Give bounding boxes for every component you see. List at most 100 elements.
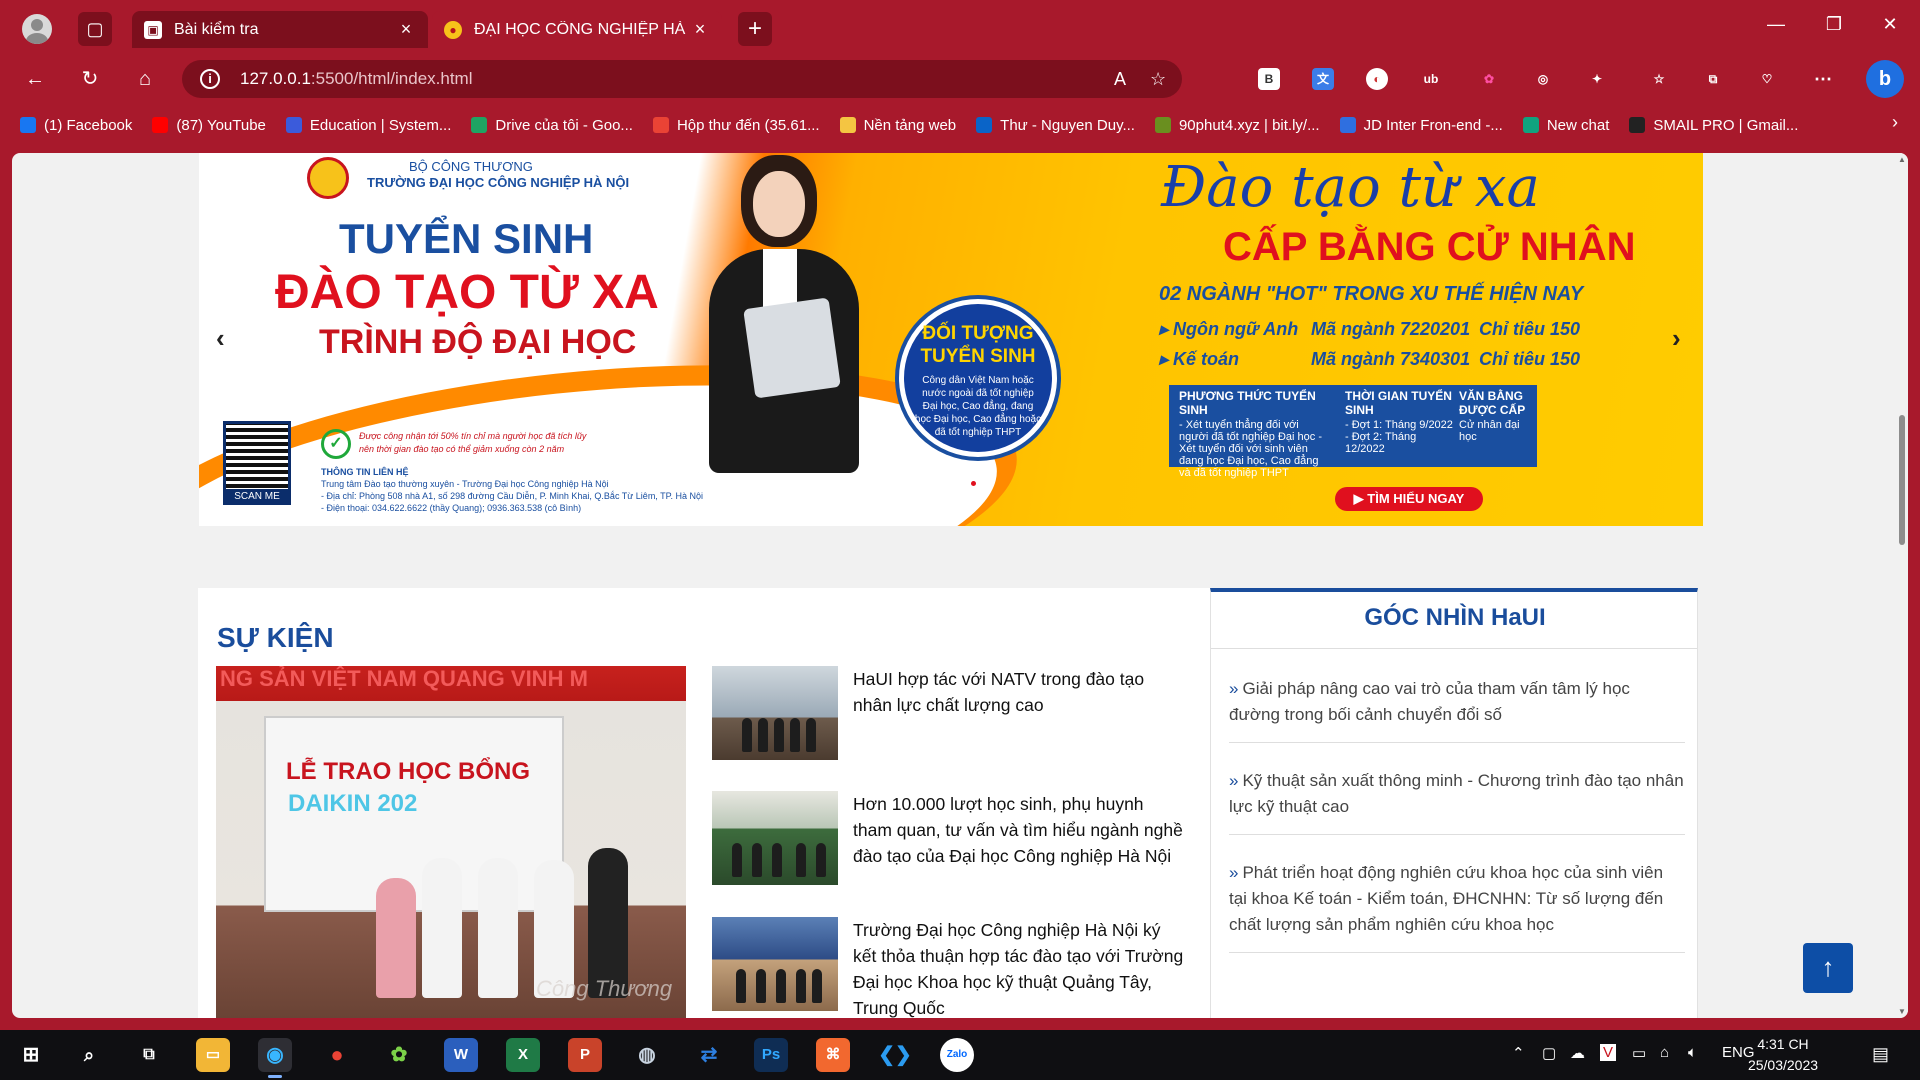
search-icon[interactable]: ⌕ bbox=[72, 1038, 106, 1072]
event-thumb-2[interactable] bbox=[712, 791, 838, 885]
tab-actions-icon[interactable]: ▢ bbox=[78, 12, 112, 46]
slider-dots[interactable] bbox=[969, 473, 996, 491]
hero-banner[interactable]: BỘ CÔNG THƯƠNG TRƯỜNG ĐẠI HỌC CÔNG NGHIỆ… bbox=[199, 153, 1703, 526]
tray-vietkey-icon[interactable]: V bbox=[1600, 1044, 1617, 1061]
bookmark-item[interactable]: Drive của tôi - Goo... bbox=[471, 117, 633, 134]
tab-close-icon[interactable]: × bbox=[396, 19, 416, 40]
banner-ministry: BỘ CÔNG THƯƠNG bbox=[409, 159, 533, 174]
tray-network-icon[interactable]: ⌂ bbox=[1660, 1044, 1669, 1061]
read-aloud-icon[interactable]: A bbox=[1114, 60, 1126, 98]
home-icon[interactable]: ⌂ bbox=[128, 62, 162, 96]
tab-bai-kiem-tra[interactable]: ▣ Bài kiểm tra × bbox=[132, 11, 428, 48]
restore-icon[interactable]: ❐ bbox=[1814, 14, 1854, 35]
tray-meet-icon[interactable]: ▢ bbox=[1542, 1044, 1556, 1062]
bookmark-item[interactable]: Education | System... bbox=[285, 116, 452, 134]
vscode-icon[interactable]: ❮❯ bbox=[878, 1038, 912, 1072]
translate-icon[interactable]: 文 bbox=[1312, 68, 1334, 90]
chrome-icon[interactable]: ● bbox=[320, 1038, 354, 1072]
photo-title-2: DAIKIN 202 bbox=[288, 790, 418, 817]
back-to-top-button[interactable]: ↑ bbox=[1803, 943, 1853, 993]
address-bar[interactable]: i 127.0.0.1:5500/html/index.html ☆ A bbox=[182, 60, 1182, 98]
time-text: - Đợt 1: Tháng 9/2022 - Đợt 2: Tháng 12/… bbox=[1345, 419, 1453, 455]
clock-time: 4:31 CH bbox=[1757, 1036, 1809, 1052]
bookmark-item[interactable]: SMAIL PRO | Gmail... bbox=[1629, 117, 1798, 134]
color-picker-icon[interactable]: ◐ bbox=[1366, 68, 1388, 90]
site-info-icon[interactable]: i bbox=[200, 69, 220, 89]
scroll-down-icon[interactable]: ▼ bbox=[1896, 1007, 1908, 1016]
tray-cloud-icon[interactable]: ☁ bbox=[1570, 1044, 1585, 1062]
time-title: THỜI GIAN TUYỂN SINH bbox=[1345, 389, 1452, 417]
tray-chevron-icon[interactable]: ⌃ bbox=[1512, 1044, 1525, 1062]
color-wheel-icon[interactable]: ✿ bbox=[1478, 68, 1500, 90]
haui-logo-icon bbox=[307, 157, 349, 199]
bookmark-item[interactable]: (1) Facebook bbox=[20, 117, 132, 134]
major-name: Kế toán bbox=[1173, 349, 1240, 369]
tray-battery-icon[interactable]: ▭ bbox=[1632, 1044, 1646, 1062]
more-menu-icon[interactable]: ⋯ bbox=[1812, 68, 1834, 90]
zalo-icon[interactable]: Zalo bbox=[940, 1038, 974, 1072]
bookmark-label: Education | System... bbox=[309, 116, 452, 134]
page-scrollbar[interactable]: ▲ ▼ bbox=[1896, 153, 1908, 1018]
bookmark-item[interactable]: Hộp thư đến (35.61... bbox=[652, 117, 820, 134]
clock[interactable]: 4:31 CH 25/03/2023 bbox=[1740, 1034, 1826, 1076]
extension-b-icon[interactable]: B bbox=[1258, 68, 1280, 90]
edge-dev-icon[interactable]: ◉ bbox=[258, 1038, 292, 1078]
tab-label: ĐẠI HỌC CÔNG NGHIỆP HÀ NỘI bbox=[474, 20, 690, 38]
refresh-icon[interactable]: ↻ bbox=[73, 62, 107, 96]
windows-start-icon[interactable]: ⊞ bbox=[14, 1038, 48, 1072]
green-app-icon[interactable]: ✿ bbox=[382, 1038, 416, 1072]
minimize-icon[interactable]: — bbox=[1756, 14, 1796, 35]
notification-icon[interactable]: ▤ bbox=[1872, 1044, 1889, 1065]
banner-title-1: TUYỂN SINH bbox=[339, 215, 594, 262]
profile-avatar-icon[interactable] bbox=[22, 14, 52, 44]
scrollbar-thumb[interactable] bbox=[1899, 415, 1905, 545]
task-view-icon[interactable]: ⧉ bbox=[132, 1038, 166, 1072]
bookmark-item[interactable]: 90phut4.xyz | bit.ly/... bbox=[1154, 117, 1320, 134]
slider-next-icon[interactable]: › bbox=[1672, 323, 1681, 354]
teamviewer-icon[interactable]: ⇄ bbox=[692, 1038, 726, 1072]
favorites-icon[interactable]: ☆ bbox=[1648, 68, 1670, 90]
featured-event-photo[interactable]: NG SẢN VIỆT NAM QUANG VINH M LỄ TRAO HỌC… bbox=[216, 666, 686, 1018]
favorite-add-icon[interactable]: ☆ bbox=[1150, 60, 1166, 98]
event-thumb-1[interactable] bbox=[712, 666, 838, 760]
event-link-1[interactable]: HaUI hợp tác với NATV trong đào tạo nhân… bbox=[853, 666, 1185, 718]
tab-close-icon[interactable]: × bbox=[690, 19, 710, 40]
perspective-link-2[interactable]: » Kỹ thuật sản xuất thông minh - Chương t… bbox=[1229, 768, 1685, 820]
extension-ub-icon[interactable]: ub bbox=[1420, 68, 1442, 90]
xampp-icon[interactable]: ⌘ bbox=[816, 1038, 850, 1072]
compass-icon[interactable]: ◎ bbox=[1532, 68, 1554, 90]
contact-line-3: - Điện thoại: 034.622.6622 (thầy Quang);… bbox=[321, 503, 582, 513]
steam-icon[interactable]: ◍ bbox=[630, 1038, 664, 1072]
bookmark-item[interactable]: (87) YouTube bbox=[152, 117, 266, 134]
close-window-icon[interactable]: ✕ bbox=[1870, 14, 1910, 35]
perspective-link-1[interactable]: » Giải pháp nâng cao vai trò của tham vấn… bbox=[1229, 676, 1685, 728]
word-icon[interactable]: W bbox=[444, 1038, 478, 1072]
bookmark-item[interactable]: New chat bbox=[1522, 117, 1609, 134]
event-link-2[interactable]: Hơn 10.000 lượt học sinh, phụ huynh tham… bbox=[853, 791, 1185, 869]
file-explorer-icon[interactable]: ▭ bbox=[196, 1038, 230, 1072]
tray-volume-icon[interactable]: 🔈︎ bbox=[1688, 1044, 1697, 1061]
event-thumb-3[interactable] bbox=[712, 917, 838, 1011]
extensions-icon[interactable]: ✦ bbox=[1586, 68, 1608, 90]
learn-more-button[interactable]: ▶ TÌM HIỂU NGAY bbox=[1335, 487, 1483, 511]
excel-icon[interactable]: X bbox=[506, 1038, 540, 1072]
bookmark-item[interactable]: JD Inter Fron-end -... bbox=[1339, 117, 1503, 134]
performance-icon[interactable]: ♡ bbox=[1756, 68, 1778, 90]
photoshop-icon[interactable]: Ps bbox=[754, 1038, 788, 1072]
new-tab-button[interactable]: + bbox=[738, 12, 772, 46]
bing-chat-icon[interactable]: b bbox=[1866, 60, 1904, 98]
bookmark-item[interactable]: Thư - Nguyen Duy... bbox=[976, 117, 1135, 134]
event-link-3[interactable]: Trường Đại học Công nghiệp Hà Nội ký kết… bbox=[853, 917, 1185, 1018]
tab-haui[interactable]: ● ĐẠI HỌC CÔNG NGHIỆP HÀ NỘI × bbox=[432, 11, 722, 48]
powerpoint-icon[interactable]: P bbox=[568, 1038, 602, 1072]
scan-me-label: SCAN ME bbox=[223, 489, 291, 505]
bookmark-item[interactable]: Nền tảng web bbox=[839, 117, 956, 134]
back-icon[interactable]: ← bbox=[18, 62, 52, 96]
clock-date: 25/03/2023 bbox=[1747, 1057, 1819, 1073]
scroll-up-icon[interactable]: ▲ bbox=[1896, 155, 1908, 164]
perspective-link-3[interactable]: » Phát triển hoạt động nghiên cứu khoa họ… bbox=[1229, 860, 1685, 938]
events-section: SỰ KIỆN NG SẢN VIỆT NAM QUANG VINH M LỄ … bbox=[198, 588, 1210, 1018]
collections-icon[interactable]: ⧉ bbox=[1702, 68, 1724, 90]
bookmarks-more-icon[interactable]: › bbox=[1892, 112, 1898, 133]
slider-prev-icon[interactable]: ‹ bbox=[216, 323, 225, 354]
